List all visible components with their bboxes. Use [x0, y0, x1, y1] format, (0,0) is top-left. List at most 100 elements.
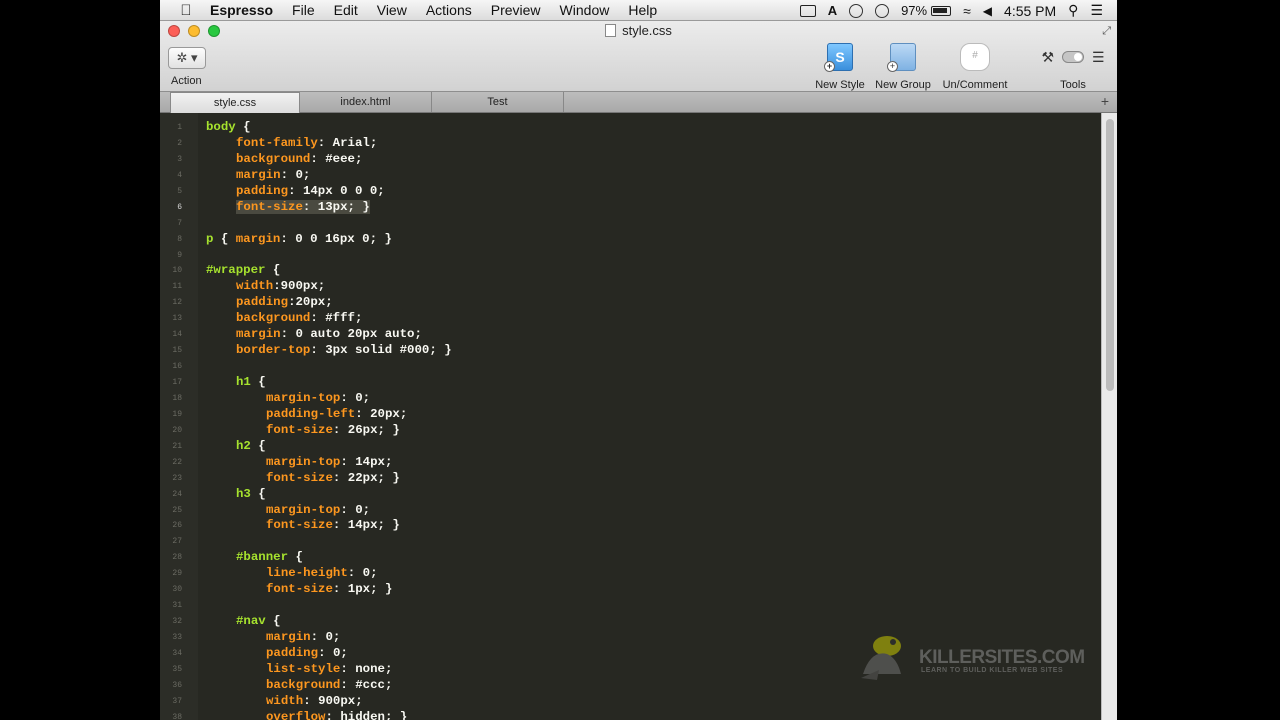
css-property: overflow [266, 709, 326, 720]
code-line[interactable]: 20 font-size: 26px; } [160, 423, 1101, 439]
code-line[interactable]: 30 font-size: 1px; } [160, 582, 1101, 598]
code-line[interactable]: 12 padding:20px; [160, 295, 1101, 311]
code-line[interactable]: 3 background: #eee; [160, 152, 1101, 168]
code-line[interactable]: 38 overflow: hidden; } [160, 710, 1101, 720]
code-text: margin-top: 0; [266, 503, 370, 519]
css-value: 14px 0 0 0; [302, 183, 385, 198]
css-selector: h2 [236, 438, 251, 453]
battery-status[interactable]: 97% [901, 3, 952, 18]
code-line[interactable]: 32 #nav { [160, 614, 1101, 630]
code-line[interactable]: 21 h2 { [160, 439, 1101, 455]
apple-menu-icon[interactable]:  [176, 2, 196, 19]
code-line[interactable]: 31 [160, 598, 1101, 614]
menu-view[interactable]: View [377, 0, 407, 21]
menu-preview[interactable]: Preview [491, 0, 541, 21]
code-text: font-size: 13px; } [236, 199, 370, 216]
tab-style-css[interactable]: style.css [170, 92, 300, 113]
code-line[interactable]: 6 font-size: 13px; } [160, 199, 1101, 216]
espresso-app-window:  Espresso File Edit View Actions Previe… [160, 0, 1117, 720]
notification-list-icon[interactable]: ☰ [1090, 2, 1103, 19]
code-text: border-top: 3px solid #000; } [236, 343, 452, 359]
fullscreen-icon[interactable]: ⤢ [1102, 25, 1111, 38]
code-line[interactable]: 7 [160, 216, 1101, 232]
css-property: margin-top [266, 454, 341, 469]
window-title: style.css [160, 23, 1117, 38]
code-text: #wrapper { [206, 263, 280, 279]
code-line[interactable]: 16 [160, 359, 1101, 375]
spotlight-search-icon[interactable]: ⚲ [1068, 2, 1078, 19]
code-line[interactable]: 26 font-size: 14px; } [160, 518, 1101, 534]
adobe-icon[interactable]: A [828, 3, 837, 18]
code-line[interactable]: 37 width: 900px; [160, 694, 1101, 710]
code-line[interactable]: 4 margin: 0; [160, 168, 1101, 184]
code-line[interactable]: 22 margin-top: 14px; [160, 455, 1101, 471]
css-selector: #wrapper [206, 263, 266, 278]
css-property: width [266, 693, 304, 708]
css-value: : [340, 390, 356, 405]
tab-index-html[interactable]: index.html [300, 92, 432, 112]
code-line[interactable]: 27 [160, 534, 1101, 550]
line-number: 19 [172, 409, 182, 419]
menu-window[interactable]: Window [560, 0, 610, 21]
code-line[interactable]: 13 background: #fff; [160, 311, 1101, 327]
css-property: background [236, 151, 311, 166]
tools-toggle[interactable] [1062, 51, 1084, 63]
menu-file[interactable]: File [292, 0, 315, 21]
time-machine-icon[interactable] [875, 3, 890, 18]
code-line[interactable]: 8 p { margin: 0 0 16px 0; } [160, 232, 1101, 248]
editor-scrollbar[interactable] [1101, 113, 1117, 720]
menu-edit[interactable]: Edit [334, 0, 358, 21]
menu-app-name[interactable]: Espresso [210, 0, 273, 21]
add-tab-icon[interactable]: + [1101, 93, 1109, 109]
code-line[interactable]: 19 padding-left: 20px; [160, 407, 1101, 423]
menu-actions[interactable]: Actions [426, 0, 472, 21]
code-line[interactable]: 5 padding: 14px 0 0 0; [160, 184, 1101, 200]
tab-test[interactable]: Test [432, 92, 564, 112]
code-line[interactable]: 29 line-height: 0; [160, 566, 1101, 582]
css-value: : [280, 231, 296, 246]
code-line[interactable]: 17 h1 { [160, 375, 1101, 391]
css-property: font-size [266, 422, 333, 437]
code-line[interactable]: 11 width:900px; [160, 279, 1101, 295]
css-property: padding [266, 645, 319, 660]
list-menu-icon[interactable]: ☰ [1092, 49, 1105, 66]
chat-bubble-icon[interactable] [849, 3, 864, 18]
css-value: 26px; } [347, 422, 400, 437]
code-line[interactable]: 1 body { [160, 120, 1101, 136]
scrollbar-thumb[interactable] [1106, 119, 1114, 391]
line-number: 22 [172, 457, 182, 467]
tools-label: Tools [1060, 79, 1086, 91]
menu-clock[interactable]: 4:55 PM [1004, 3, 1056, 19]
wrench-icon[interactable]: ⚒ [1041, 49, 1054, 66]
line-number: 34 [172, 648, 182, 658]
line-number: 17 [172, 378, 182, 387]
code-line[interactable]: 24 h3 { [160, 487, 1101, 503]
menu-extras: A 97% ≈ ◀ 4:55 PM ⚲ ☰ [788, 0, 1103, 21]
code-editor[interactable]: 1 body {2 font-family: Arial; 3 background: … [160, 113, 1101, 720]
new-group-button[interactable]: + New Group [874, 43, 932, 91]
css-property: margin [236, 167, 281, 182]
css-value: : [332, 470, 348, 485]
action-button[interactable]: ✲ ▾ [168, 47, 206, 69]
code-line[interactable]: 14 margin: 0 auto 20px auto; [160, 327, 1101, 343]
tools-button[interactable]: ⚒ ☰ Tools [1028, 43, 1117, 92]
code-line[interactable]: 23 font-size: 22px; } [160, 471, 1101, 487]
code-line[interactable]: 28 #banner { [160, 550, 1101, 566]
tab-bar: style.css index.html Test + [160, 92, 1117, 113]
wifi-icon[interactable]: ≈ [963, 3, 971, 19]
code-line[interactable]: 15 border-top: 3px solid #000; } [160, 343, 1101, 359]
code-line[interactable]: 18 margin-top: 0; [160, 391, 1101, 407]
volume-icon[interactable]: ◀ [983, 4, 992, 18]
code-line[interactable]: 9 [160, 248, 1101, 264]
css-value: { [250, 438, 266, 453]
code-line[interactable]: 25 margin-top: 0; [160, 503, 1101, 519]
new-style-button[interactable]: S + New Style [812, 43, 868, 91]
code-line[interactable]: 10 #wrapper { [160, 263, 1101, 279]
battery-icon [931, 5, 952, 16]
uncomment-button[interactable]: # Un/Comment [938, 43, 1012, 91]
menu-help[interactable]: Help [628, 0, 657, 21]
css-value: : [317, 135, 333, 150]
code-text: font-size: 26px; } [266, 423, 400, 439]
code-line[interactable]: 2 font-family: Arial; [160, 136, 1101, 152]
video-camera-icon[interactable] [799, 4, 816, 17]
